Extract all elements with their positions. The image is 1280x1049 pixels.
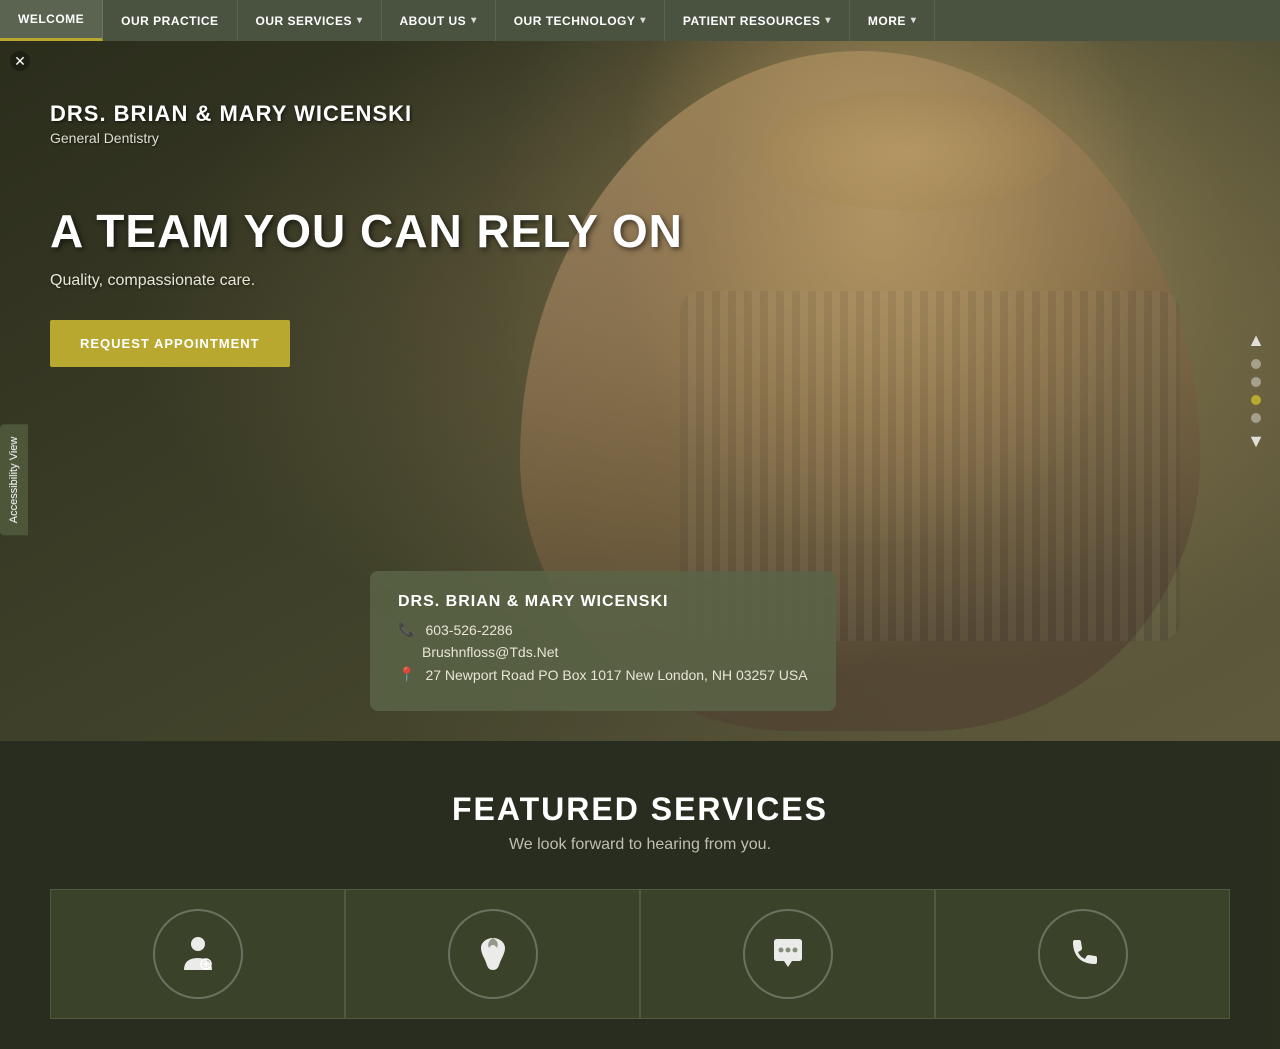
- nav-our-practice[interactable]: OUR PRACTICE: [103, 0, 237, 41]
- service-card-consultation[interactable]: [640, 889, 935, 1019]
- phone-row: 📞 603-526-2286: [398, 621, 808, 638]
- featured-title: FEATURED SERVICES: [20, 791, 1260, 828]
- chevron-down-icon: ▾: [640, 15, 646, 26]
- slide-up-arrow[interactable]: ▲: [1247, 330, 1265, 351]
- doctor-icon: [153, 909, 243, 999]
- main-navigation: WELCOME OUR PRACTICE OUR SERVICES ▾ ABOU…: [0, 0, 1280, 41]
- address-row: 📍 27 Newport Road PO Box 1017 New London…: [398, 666, 808, 683]
- slide-navigation: ▲ ▼: [1247, 330, 1265, 452]
- phone-icon: [1038, 909, 1128, 999]
- nav-patient-resources[interactable]: PATIENT RESOURCES ▾: [665, 0, 850, 41]
- close-button[interactable]: ✕: [10, 51, 30, 71]
- request-appointment-button[interactable]: REQUEST APPOINTMENT: [50, 320, 290, 367]
- featured-subtitle: We look forward to hearing from you.: [20, 836, 1260, 854]
- chevron-down-icon: ▾: [357, 15, 363, 26]
- chat-icon: [743, 909, 833, 999]
- slide-down-arrow[interactable]: ▼: [1247, 431, 1265, 452]
- hero-tagline: Quality, compassionate care.: [50, 272, 683, 290]
- service-card-phone[interactable]: [935, 889, 1230, 1019]
- hero-headline: A TEAM YOU CAN RELY ON: [50, 206, 683, 257]
- practice-name: DRS. BRIAN & MARY WICENSKI: [50, 101, 683, 127]
- services-row: [20, 889, 1260, 1019]
- slide-dot-1[interactable]: [1251, 359, 1261, 369]
- nav-more[interactable]: MORE ▾: [850, 0, 936, 41]
- hero-section: Accessibility View ✕ DRS. BRIAN & MARY W…: [0, 41, 1280, 741]
- nav-our-technology[interactable]: OUR TECHNOLOGY ▾: [496, 0, 665, 41]
- hero-content: DRS. BRIAN & MARY WICENSKI General Denti…: [50, 101, 683, 367]
- contact-card-name: DRS. BRIAN & MARY WICENSKI: [398, 593, 808, 611]
- slide-dot-3[interactable]: [1251, 395, 1261, 405]
- nav-about-us[interactable]: ABOUT US ▾: [382, 0, 496, 41]
- slide-dot-2[interactable]: [1251, 377, 1261, 387]
- nav-welcome[interactable]: WELCOME: [0, 0, 103, 41]
- contact-card: DRS. BRIAN & MARY WICENSKI 📞 603-526-228…: [370, 571, 836, 711]
- service-card-dental[interactable]: [345, 889, 640, 1019]
- chevron-down-icon: ▾: [471, 15, 477, 26]
- chevron-down-icon: ▾: [911, 15, 917, 26]
- dental-icon: [448, 909, 538, 999]
- email-row: Brushnfloss@Tds.Net: [398, 644, 808, 660]
- nav-our-services[interactable]: OUR SERVICES ▾: [238, 0, 382, 41]
- slide-dot-4[interactable]: [1251, 413, 1261, 423]
- email-address[interactable]: Brushnfloss@Tds.Net: [422, 644, 558, 660]
- chevron-down-icon: ▾: [825, 15, 831, 26]
- phone-icon: 📞: [398, 621, 415, 638]
- address: 27 Newport Road PO Box 1017 New London, …: [425, 667, 807, 683]
- location-icon: 📍: [398, 666, 415, 683]
- featured-services-section: FEATURED SERVICES We look forward to hea…: [0, 741, 1280, 1049]
- phone-number[interactable]: 603-526-2286: [425, 622, 512, 638]
- practice-subtitle: General Dentistry: [50, 130, 683, 146]
- accessibility-tab[interactable]: Accessibility View: [0, 425, 28, 536]
- service-card-doctor[interactable]: [50, 889, 345, 1019]
